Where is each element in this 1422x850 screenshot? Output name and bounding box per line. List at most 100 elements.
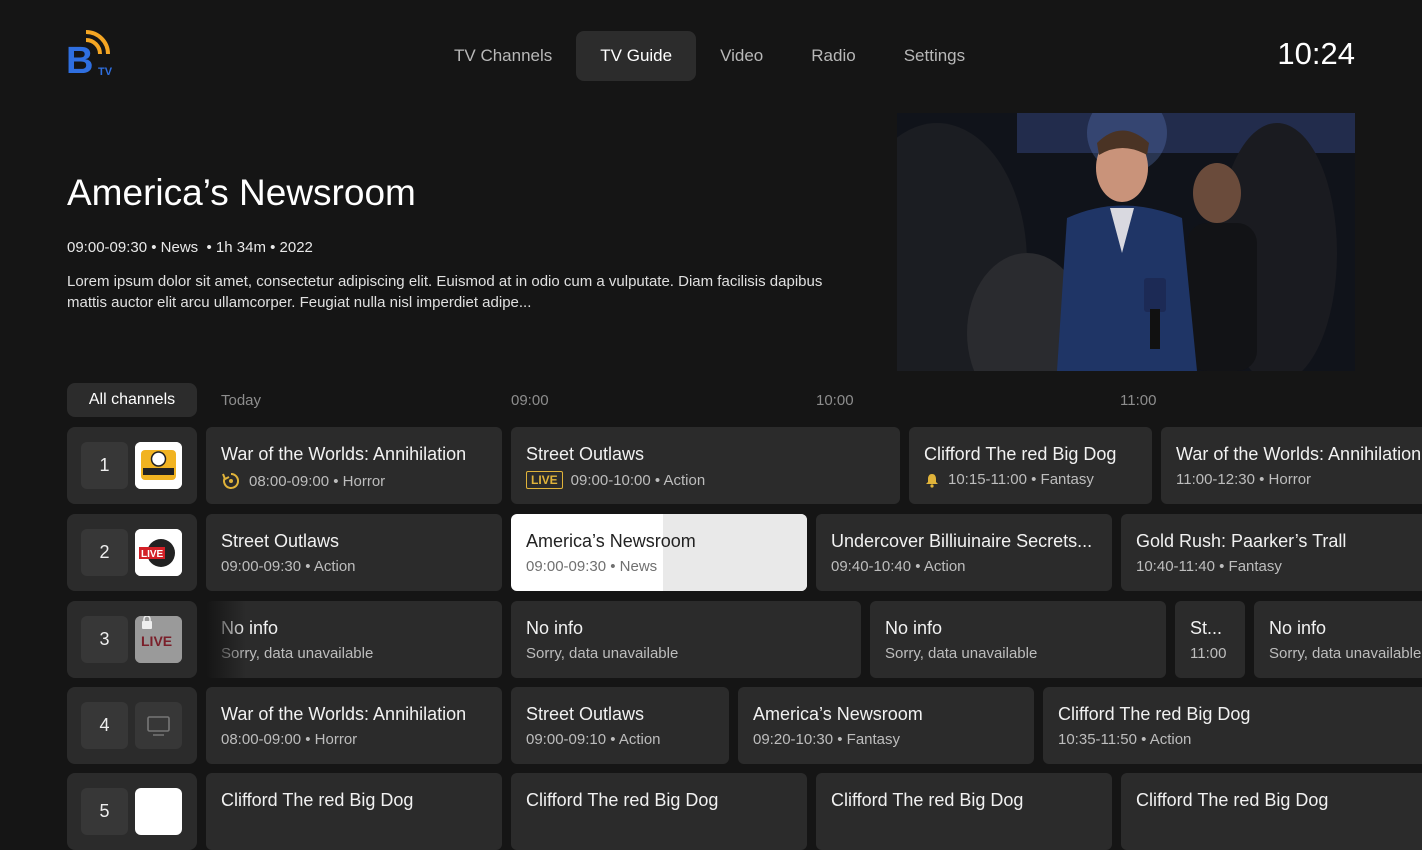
program-title: Street Outlaws xyxy=(526,444,645,464)
channel-number: 1 xyxy=(81,442,128,489)
all-channels-filter[interactable]: All channels xyxy=(67,383,197,417)
channel-tile[interactable]: 4 xyxy=(67,687,197,764)
guide-header: All channels Today 09:00 10:00 11:00 xyxy=(67,383,1422,417)
program-cell[interactable]: War of the Worlds: Annihilation 08:00-09… xyxy=(206,427,502,504)
program-cell[interactable]: Clifford The red Big Dog 10:15-11:00 • F… xyxy=(909,427,1152,504)
live-news-logo-icon: LIVE xyxy=(135,529,182,576)
time-tick: 10:00 xyxy=(816,392,854,409)
program-sub: 08:00-09:00 • Horror xyxy=(221,471,385,491)
program-title: War of the Worlds: Annihilation xyxy=(1176,444,1422,464)
program-title: Undercover Billiuinaire Secrets... xyxy=(831,531,1093,551)
program-time: Sorry, data unavailable xyxy=(526,645,679,662)
app-logo: B TV xyxy=(66,30,122,82)
program-time: Sorry, data unavailable xyxy=(885,645,1038,662)
program-time: 10:15-11:00 • Fantasy xyxy=(948,471,1094,488)
program-title: America’s Newsroom xyxy=(526,531,696,551)
program-time: 09:00-09:10 • Action xyxy=(526,731,661,748)
program-title: No info xyxy=(885,618,943,638)
progress-overlay xyxy=(663,514,807,591)
channel-tile[interactable]: 3 LIVE xyxy=(67,601,197,678)
program-cell[interactable]: No info Sorry, data unavailable xyxy=(511,601,861,678)
program-title: No info xyxy=(526,618,584,638)
logo-letter: B xyxy=(66,40,94,82)
program-title: Clifford The red Big Dog xyxy=(1136,790,1329,810)
time-tick: 11:00 xyxy=(1120,392,1157,409)
clock: 10:24 xyxy=(1277,36,1355,71)
replay-icon xyxy=(222,472,240,489)
program-cell[interactable]: War of the Worlds: Annihilation 11:00-12… xyxy=(1161,427,1422,504)
program-title: Clifford The red Big Dog xyxy=(221,790,414,810)
logo-sub: TV xyxy=(98,66,113,78)
program-cell[interactable]: War of the Worlds: Annihilation 08:00-09… xyxy=(206,687,502,764)
program-cell[interactable]: Clifford The red Big Dog xyxy=(511,773,807,850)
scroll-fade xyxy=(206,601,246,678)
program-cell[interactable]: Clifford The red Big Dog xyxy=(206,773,502,850)
program-title: Gold Rush: Paarker’s Trall xyxy=(1136,531,1347,551)
reminder-bell-icon xyxy=(926,473,938,488)
program-time: 09:00-10:00 • Action xyxy=(570,471,706,489)
program-title: Street Outlaws xyxy=(221,531,340,551)
sports-news-logo-icon xyxy=(135,442,182,489)
program-title: America’s Newsroom xyxy=(753,704,923,724)
channel-tile[interactable]: 1 xyxy=(67,427,197,504)
day-label: Today xyxy=(221,392,262,409)
program-cell[interactable]: Undercover Billiuinaire Secrets... 09:40… xyxy=(816,514,1112,591)
program-time: 11:00-12:30 • Horror xyxy=(1176,471,1312,488)
program-cell[interactable]: No info Sorry, data unavailable xyxy=(870,601,1166,678)
channel-tile[interactable]: 2 LIVE xyxy=(67,514,197,591)
preview-image xyxy=(897,113,1355,371)
program-title: Clifford The red Big Dog xyxy=(831,790,1024,810)
program-meta: 09:00-09:30 • News • 1h 34m • 2022 xyxy=(67,239,313,256)
program-title: St... xyxy=(1190,618,1223,638)
channel-logo-icon xyxy=(135,788,182,835)
program-cell[interactable]: Street Outlaws 09:00-09:10 • Action xyxy=(511,687,729,764)
program-cell[interactable]: St... 11:00 xyxy=(1175,601,1245,678)
program-title: America’s Newsroom xyxy=(67,172,416,213)
program-cell[interactable]: Street Outlaws LIVE 09:00-10:00 • Action xyxy=(511,427,900,504)
program-cell[interactable]: Street Outlaws 09:00-09:30 • Action xyxy=(206,514,502,591)
nav-video[interactable]: Video xyxy=(696,31,787,81)
program-time: 11:00 xyxy=(1190,645,1227,662)
program-cell-selected[interactable]: America’s Newsroom 09:00-09:30 • News xyxy=(511,514,807,591)
program-title: No info xyxy=(1269,618,1327,638)
program-cell[interactable]: No info Sorry, data unavailable xyxy=(206,601,502,678)
channel-row: 2 LIVE Street Outlaws 09:00-09:30 • Acti… xyxy=(0,514,1422,591)
svg-text:LIVE: LIVE xyxy=(141,549,164,560)
program-time: Sorry, data unavailable xyxy=(1269,645,1422,662)
channel-number: 2 xyxy=(81,529,128,576)
program-title: Clifford The red Big Dog xyxy=(924,444,1117,464)
program-cell[interactable]: Gold Rush: Paarker’s Trall 10:40-11:40 •… xyxy=(1121,514,1422,591)
nav-settings[interactable]: Settings xyxy=(880,31,989,81)
program-cell[interactable]: America’s Newsroom 09:20-10:30 • Fantasy xyxy=(738,687,1034,764)
program-time: 09:00-09:30 • News xyxy=(526,558,658,575)
program-title: Clifford The red Big Dog xyxy=(526,790,719,810)
program-time: 10:35-11:50 • Action xyxy=(1058,731,1192,748)
nav-tv-guide[interactable]: TV Guide xyxy=(576,31,697,81)
channel-row: 4 War of the Worlds: Annihilation 08:00-… xyxy=(0,687,1422,764)
program-time: 10:40-11:40 • Fantasy xyxy=(1136,558,1282,575)
program-title: Street Outlaws xyxy=(526,704,645,724)
channel-row: 3 LIVE No info Sorry, data unavailable N… xyxy=(0,601,1422,678)
channel-row: 5 Clifford The red Big Dog Clifford The … xyxy=(0,773,1422,850)
program-cell[interactable]: No info Sorry, data unavailable xyxy=(1254,601,1422,678)
program-sub: 10:15-11:00 • Fantasy xyxy=(924,471,1094,488)
program-title: War of the Worlds: Annihilation xyxy=(221,444,467,464)
nav-tv-channels[interactable]: TV Channels xyxy=(430,31,576,81)
locked-channel-logo-icon: LIVE xyxy=(135,616,182,663)
channel-tile[interactable]: 5 xyxy=(67,773,197,850)
channel-number: 4 xyxy=(81,702,128,749)
program-cell[interactable]: Clifford The red Big Dog xyxy=(1121,773,1422,850)
channel-number: 3 xyxy=(81,616,128,663)
video-preview[interactable] xyxy=(897,113,1355,371)
svg-text:LIVE: LIVE xyxy=(141,633,172,649)
channel-number: 5 xyxy=(81,788,128,835)
program-time: 08:00-09:00 • Horror xyxy=(249,472,386,490)
program-sub: LIVE 09:00-10:00 • Action xyxy=(526,471,705,489)
program-time: 09:40-10:40 • Action xyxy=(831,558,966,575)
program-title: War of the Worlds: Annihilation xyxy=(221,704,467,724)
nav-radio[interactable]: Radio xyxy=(787,31,879,81)
time-tick: 09:00 xyxy=(511,392,549,409)
program-cell[interactable]: Clifford The red Big Dog 10:35-11:50 • A… xyxy=(1043,687,1422,764)
program-cell[interactable]: Clifford The red Big Dog xyxy=(816,773,1112,850)
live-badge: LIVE xyxy=(526,471,563,489)
